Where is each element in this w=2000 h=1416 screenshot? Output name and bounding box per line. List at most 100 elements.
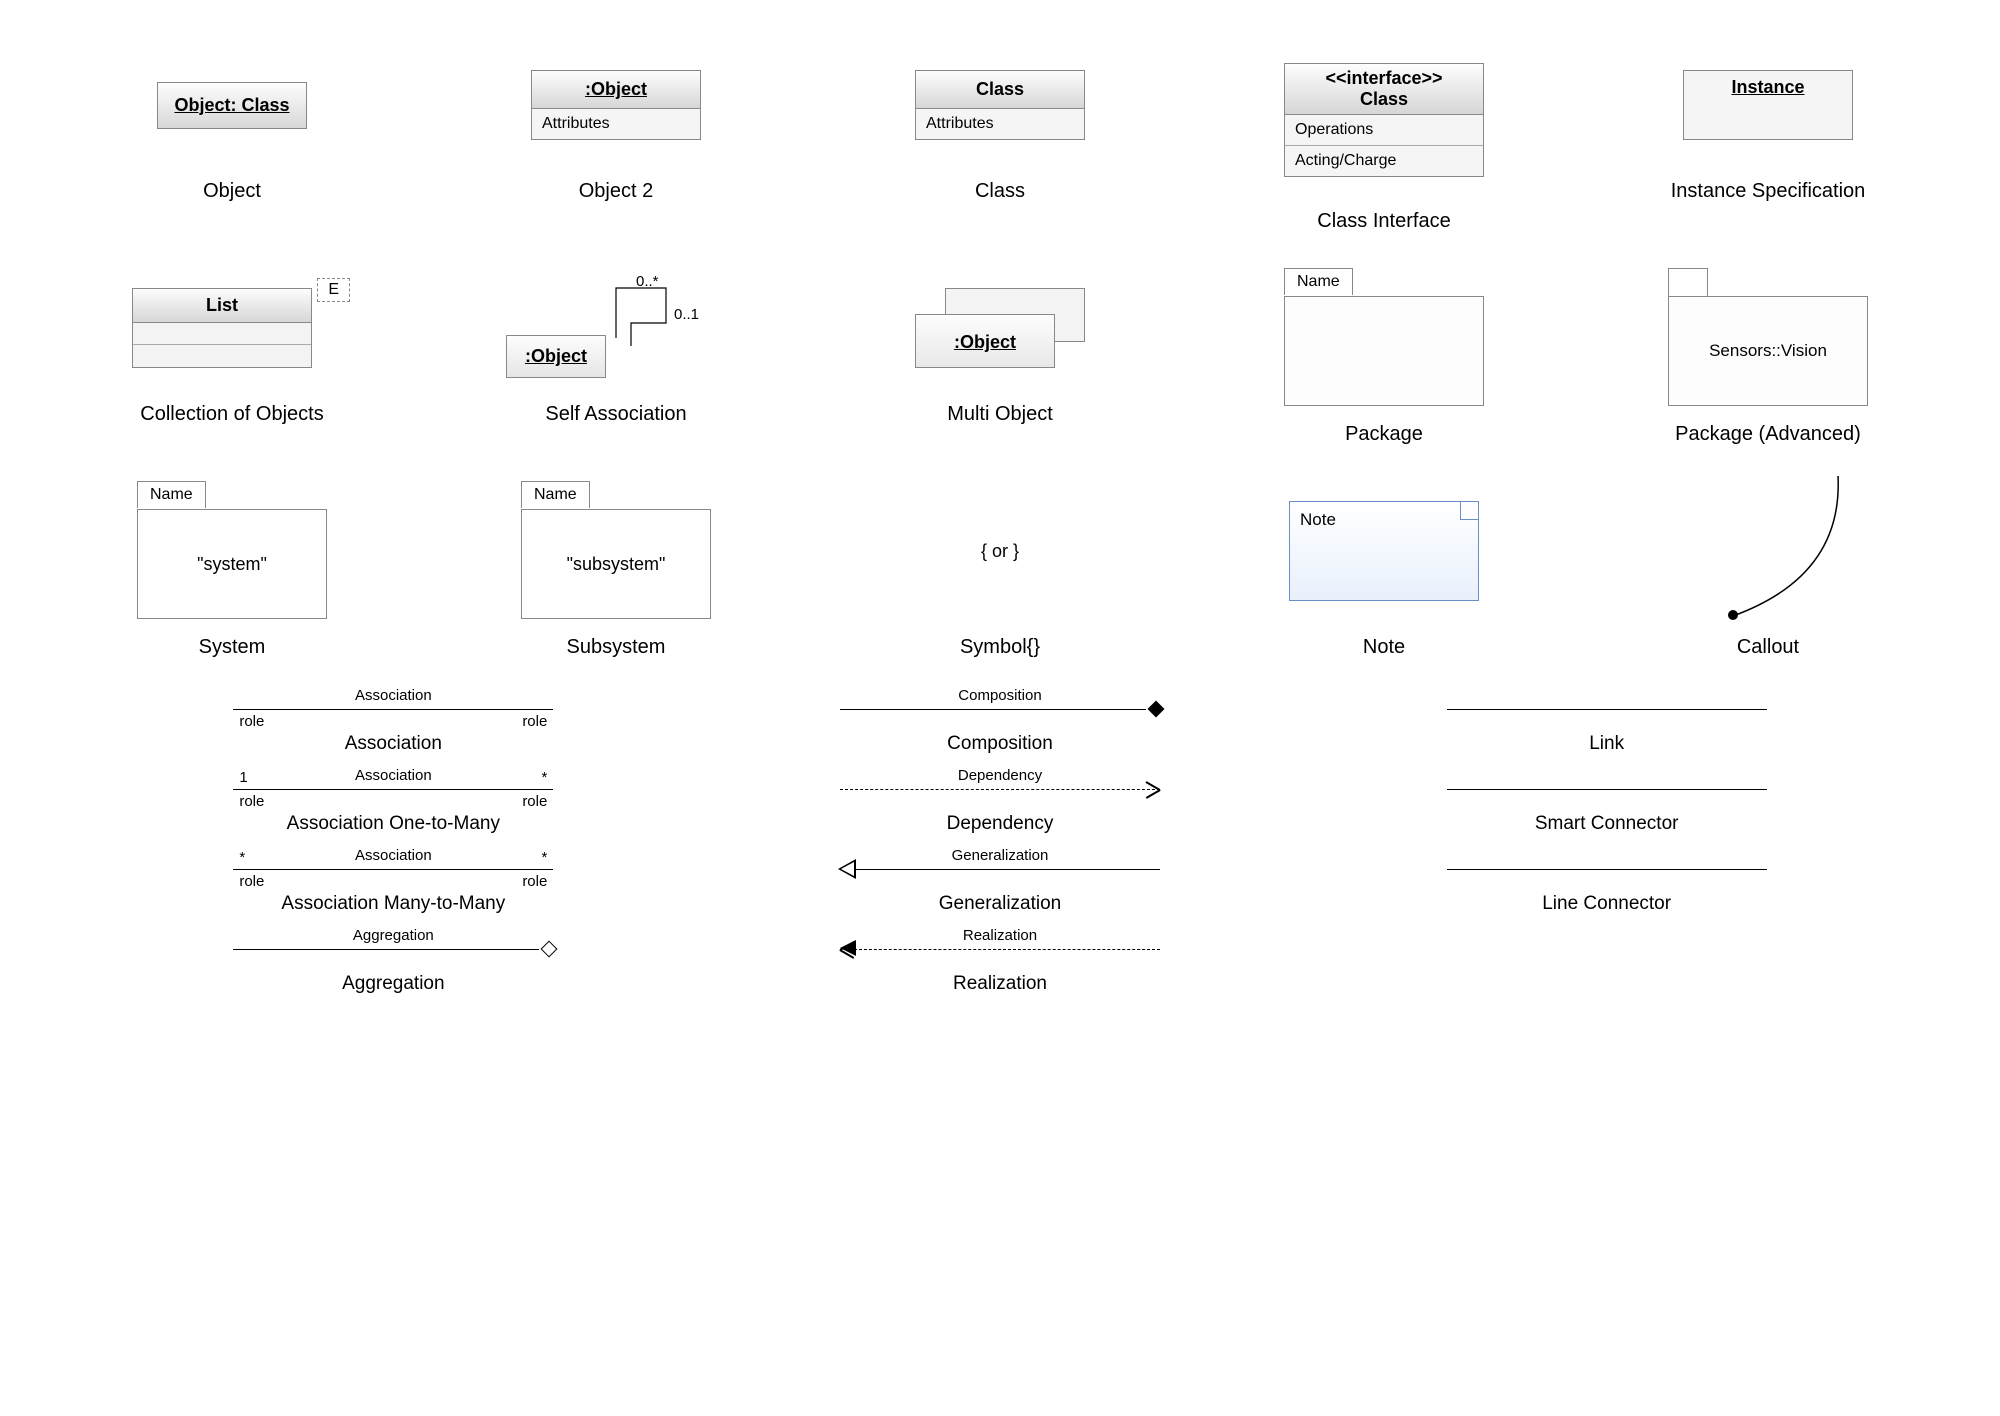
line-icon — [1447, 789, 1767, 790]
caption-multi-object: Multi Object — [947, 403, 1053, 426]
system-shape[interactable]: Name "system" — [137, 481, 327, 621]
caption-assoc-1m: Association One-to-Many — [287, 813, 500, 835]
connector-generalization[interactable]: Generalization Generalization — [840, 849, 1160, 915]
callout-shape[interactable] — [1668, 476, 1868, 626]
diamond-open-icon — [541, 941, 558, 958]
package-adv-body: Sensors::Vision — [1668, 296, 1868, 406]
self-association-shape[interactable]: 0..* 0..1 :Object — [506, 268, 726, 388]
line-icon — [1447, 709, 1767, 710]
assoc-top: Association — [355, 687, 432, 704]
connector-realization[interactable]: Realization Realization — [840, 929, 1160, 995]
cell-object: Object: Class Object — [60, 40, 404, 233]
assoc1m-ur: role — [522, 793, 547, 810]
cell-self-association: 0..* 0..1 :Object Self Association — [444, 263, 788, 446]
cell-collection: E List Collection of Objects — [60, 263, 404, 446]
collection-row — [133, 323, 311, 345]
assocmm-top: Association — [355, 847, 432, 864]
diamond-filled-icon — [1147, 701, 1164, 718]
cell-multi-object: :Object Multi Object — [828, 263, 1172, 446]
assoc-role-r: role — [522, 713, 547, 730]
caption-object: Object — [203, 180, 261, 203]
subsystem-shape[interactable]: Name "subsystem" — [521, 481, 711, 621]
connector-link[interactable]: Link — [1447, 689, 1767, 755]
object-shape[interactable]: Object: Class — [157, 82, 306, 129]
cell-instance: Instance Instance Specification — [1596, 40, 1940, 233]
note-fold-icon — [1460, 502, 1478, 520]
line-icon — [1447, 869, 1767, 870]
multi-object-front: :Object — [915, 314, 1055, 368]
connector-assoc-mm[interactable]: * Association * role role Association Ma… — [233, 849, 553, 915]
instance-shape[interactable]: Instance — [1683, 70, 1853, 140]
caption-generalization: Generalization — [939, 893, 1062, 915]
cell-note: Note Note — [1212, 476, 1556, 659]
class-attributes: Attributes — [916, 109, 1084, 139]
connector-smart[interactable]: Smart Connector — [1447, 769, 1767, 835]
self-assoc-box: :Object — [506, 335, 606, 378]
interface-name: Class — [1289, 89, 1479, 110]
caption-link: Link — [1589, 733, 1624, 755]
assocmm-ur: role — [522, 873, 547, 890]
assocmm-ol: * — [239, 849, 245, 866]
object2-attributes: Attributes — [532, 109, 700, 139]
class-interface-shape[interactable]: <<interface>> Class Operations Acting/Ch… — [1284, 63, 1484, 177]
cell-package-advanced: Sensors::Vision Package (Advanced) — [1596, 263, 1940, 446]
connector-association[interactable]: Association role role Association — [233, 689, 553, 755]
caption-note: Note — [1363, 636, 1405, 659]
caption-class: Class — [975, 180, 1025, 203]
cell-system: Name "system" System — [60, 476, 404, 659]
connector-line[interactable]: Line Connector — [1447, 849, 1767, 915]
caption-smart: Smart Connector — [1535, 813, 1679, 835]
collection-shape[interactable]: E List — [132, 288, 332, 368]
line-icon — [840, 709, 1146, 710]
caption-package: Package — [1345, 423, 1423, 446]
package-body — [1284, 296, 1484, 406]
connector-composition[interactable]: Composition Composition — [840, 689, 1160, 755]
interface-head: <<interface>> Class — [1285, 64, 1483, 115]
class-shape[interactable]: Class Attributes — [915, 70, 1085, 140]
assoc1m-ul: role — [239, 793, 264, 810]
caption-realization: Realization — [953, 973, 1047, 995]
interface-operations: Operations — [1285, 115, 1483, 146]
subsystem-tab: Name — [521, 481, 590, 508]
gen-top: Generalization — [952, 847, 1049, 864]
self-assoc-mult2: 0..1 — [674, 306, 699, 323]
caption-line-conn: Line Connector — [1542, 893, 1671, 915]
collection-head: List — [133, 289, 311, 323]
line-icon — [854, 869, 1160, 870]
triangle-open-icon — [838, 859, 856, 879]
assoc1m-top: Association — [355, 767, 432, 784]
uml-palette-grid: Object: Class Object :Object Attributes … — [60, 40, 1940, 659]
caption-association: Association — [345, 733, 442, 755]
class-header: Class — [916, 71, 1084, 109]
caption-package-advanced: Package (Advanced) — [1675, 423, 1861, 446]
caption-assoc-mm: Association Many-to-Many — [281, 893, 505, 915]
caption-dependency: Dependency — [947, 813, 1054, 835]
cell-class-interface: <<interface>> Class Operations Acting/Ch… — [1212, 40, 1556, 233]
interface-stereotype: <<interface>> — [1289, 68, 1479, 89]
assoc1m-ol: 1 — [239, 769, 247, 786]
system-tab: Name — [137, 481, 206, 508]
assoc1m-or: * — [541, 769, 547, 786]
connector-assoc-1m[interactable]: 1 Association * role role Association On… — [233, 769, 553, 835]
interface-acting: Acting/Charge — [1285, 146, 1483, 176]
line-icon — [233, 709, 553, 710]
system-body: "system" — [137, 509, 327, 619]
cell-package: Name Package — [1212, 263, 1556, 446]
package-advanced-shape[interactable]: Sensors::Vision — [1668, 268, 1868, 408]
dashed-line-icon — [854, 949, 1160, 950]
note-text: Note — [1300, 510, 1336, 529]
connector-dependency[interactable]: Dependency Dependency — [840, 769, 1160, 835]
aggr-top: Aggregation — [353, 927, 434, 944]
object2-shape[interactable]: :Object Attributes — [531, 70, 701, 140]
instance-header: Instance — [1731, 77, 1804, 97]
package-shape[interactable]: Name — [1284, 268, 1484, 408]
cell-object2: :Object Attributes Object 2 — [444, 40, 788, 233]
line-icon — [233, 789, 553, 790]
caption-callout: Callout — [1737, 636, 1799, 659]
symbol-shape[interactable]: { or } — [981, 541, 1019, 562]
note-shape[interactable]: Note — [1289, 501, 1479, 601]
cell-class: Class Attributes Class — [828, 40, 1172, 233]
connector-aggregation[interactable]: Aggregation Aggregation — [233, 929, 553, 995]
line-icon — [233, 949, 539, 950]
multi-object-shape[interactable]: :Object — [915, 288, 1085, 368]
